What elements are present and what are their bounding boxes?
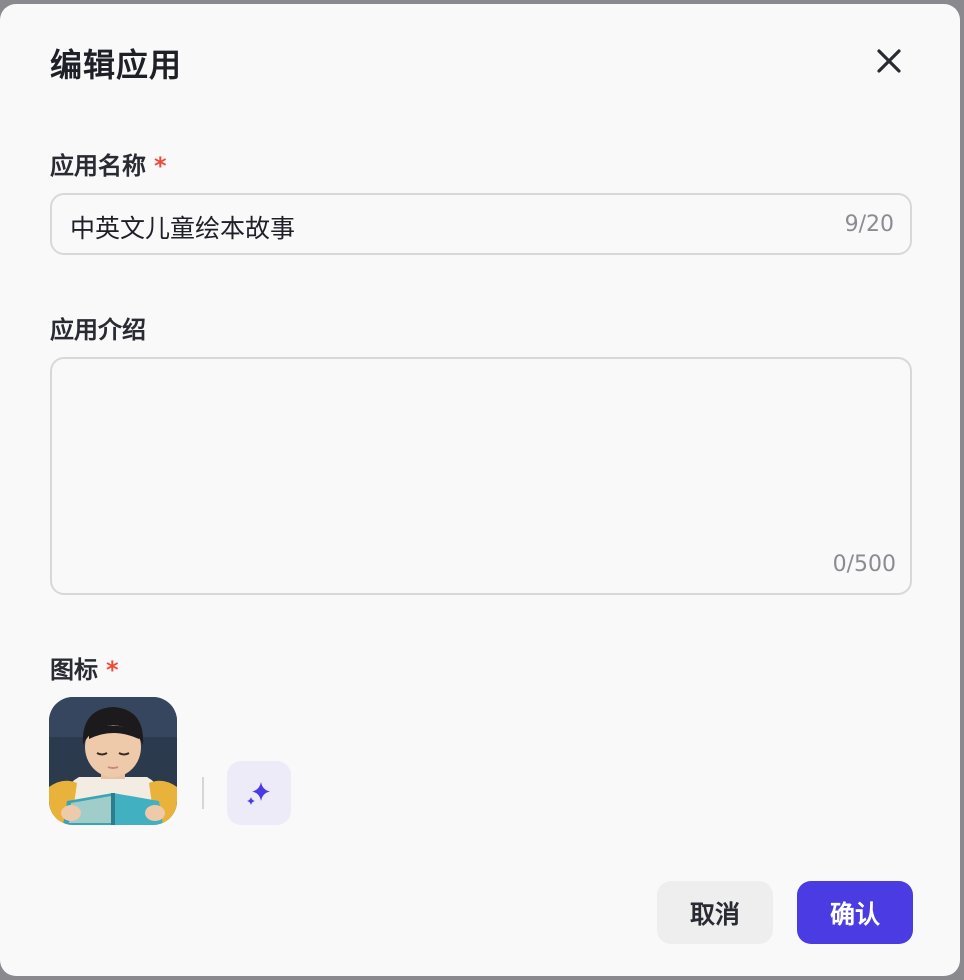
app-name-label-text: 应用名称 <box>50 152 146 180</box>
app-description-input[interactable]: 0/500 <box>50 357 912 595</box>
required-mark: * <box>106 656 119 684</box>
app-description-label: 应用介绍 <box>50 316 146 344</box>
required-mark: * <box>154 152 167 180</box>
app-description-counter: 0/500 <box>832 552 896 577</box>
ai-generate-icon-button[interactable] <box>227 761 291 825</box>
close-icon[interactable] <box>874 46 904 76</box>
icon-label: 图标 * <box>50 650 119 685</box>
app-icon-image[interactable] <box>49 697 177 825</box>
app-name-input[interactable]: 中英文儿童绘本故事 9/20 <box>50 193 912 255</box>
icon-divider <box>202 777 204 809</box>
cancel-button[interactable]: 取消 <box>657 881 773 944</box>
app-name-value[interactable]: 中英文儿童绘本故事 <box>70 209 295 245</box>
sparkle-icon <box>247 782 270 805</box>
icon-label-text: 图标 <box>50 656 98 684</box>
app-name-counter: 9/20 <box>844 212 894 237</box>
edit-app-dialog: 编辑应用 应用名称 * 中英文儿童绘本故事 9/20 应用介绍 0/500 图标 * <box>0 4 960 976</box>
confirm-button[interactable]: 确认 <box>797 881 913 944</box>
app-name-label: 应用名称 * <box>50 146 167 181</box>
dialog-title: 编辑应用 <box>50 46 183 84</box>
